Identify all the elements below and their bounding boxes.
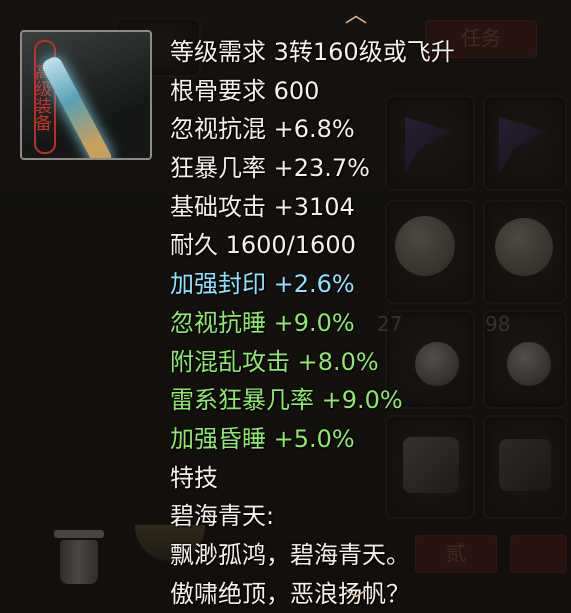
- game-screen: 任务 27 98 贰: [0, 0, 571, 613]
- chevron-down-icon[interactable]: ﹀: [335, 591, 377, 613]
- item-icon-frame: 高级装备: [20, 30, 152, 160]
- attr-enhance-sleep: 加强昏睡 +5.0%: [170, 424, 355, 453]
- attr-durability: 耐久 1600/1600: [170, 231, 356, 260]
- chevron-up-icon[interactable]: ︿: [335, 5, 377, 27]
- special-skill-desc-line: 傲啸绝顶，恶浪扬帆？: [170, 579, 410, 608]
- attr-base-attack: 基础攻击 +3104: [170, 192, 355, 221]
- item-tooltip: ︿ 高级装备 等级需求 3转160级或飞升 根骨要求 600 忽视抗混 +6.8…: [0, 0, 571, 613]
- special-skill-name: 碧海青天:: [170, 502, 275, 531]
- attr-chaos-attack: 附混乱攻击 +8.0%: [170, 347, 379, 376]
- attr-frenzy-rate: 狂暴几率 +23.7%: [170, 154, 370, 183]
- item-attribute-list: 等级需求 3转160级或飞升 根骨要求 600 忽视抗混 +6.8% 狂暴几率 …: [170, 33, 455, 613]
- attr-level-requirement: 等级需求 3转160级或飞升: [170, 38, 455, 66]
- attr-ignore-chaos-resist: 忽视抗混 +6.8%: [170, 115, 355, 144]
- special-skill-heading: 特技: [170, 463, 218, 492]
- attr-ignore-sleep-resist: 忽视抗睡 +9.0%: [170, 308, 355, 337]
- attr-physique-requirement: 根骨要求 600: [170, 76, 320, 105]
- special-skill-desc-line: 飘渺孤鸿，碧海青天。: [170, 540, 410, 569]
- attr-thunder-frenzy-rate: 雷系狂暴几率 +9.0%: [170, 386, 403, 415]
- attr-enhance-seal: 加强封印 +2.6%: [170, 270, 355, 299]
